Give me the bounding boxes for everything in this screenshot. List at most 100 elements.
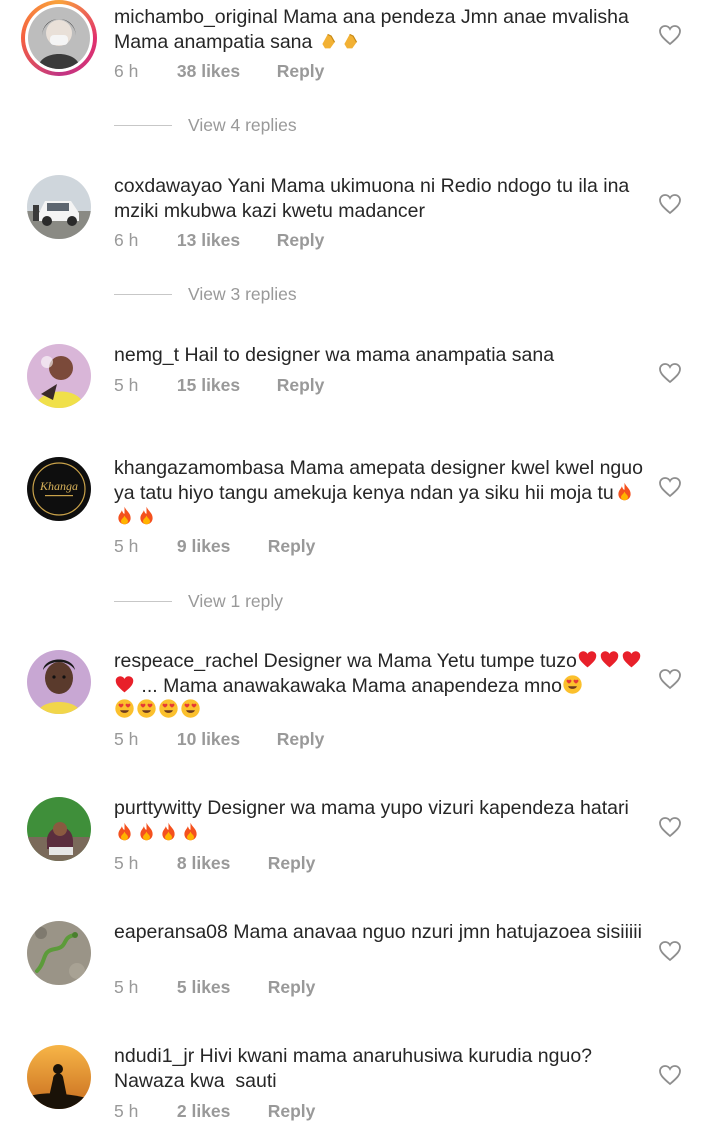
avatar[interactable] (27, 650, 91, 714)
comment-likes[interactable]: 9 likes (177, 536, 263, 557)
reply-button[interactable]: Reply (277, 375, 325, 396)
comment-meta: 6 h 38 likes Reply (114, 61, 324, 82)
divider-line (114, 294, 172, 295)
comment-likes[interactable]: 38 likes (177, 61, 272, 82)
comment-username[interactable]: ndudi1_jr (114, 1045, 194, 1067)
like-heart-icon[interactable] (658, 362, 682, 384)
woman-portrait-avatar-icon (27, 650, 91, 714)
like-heart-icon[interactable] (658, 668, 682, 690)
comment-username[interactable]: nemg_t (114, 344, 179, 366)
heart-eyes-icon (115, 699, 134, 718)
red-heart-icon (578, 651, 597, 668)
comment-body-part: ... Mama anawakawaka Mama anapendeza mno (136, 674, 562, 697)
comment-meta: 5 h 2 likes Reply (114, 1101, 315, 1122)
comment-body: Hail to designer wa mama anampatia sana (184, 344, 555, 366)
comment-time: 5 h (114, 977, 139, 997)
comment-time: 6 h (114, 230, 139, 250)
comment-text: respeace_rachel Designer wa Mama Yetu tu… (114, 649, 644, 723)
comment-likes[interactable]: 5 likes (177, 977, 263, 998)
comment-likes[interactable]: 2 likes (177, 1101, 263, 1122)
fire-icon (184, 822, 197, 840)
avatar[interactable]: Khanga (27, 457, 91, 521)
fire-icon (162, 822, 175, 840)
woman-yellow-avatar-icon (27, 344, 91, 408)
comment-text: nemg_t Hail to designer wa mama anampati… (114, 343, 644, 368)
fire-icon (140, 822, 153, 840)
avatar[interactable] (27, 1045, 91, 1109)
khanga-logo-avatar-icon: Khanga (27, 457, 91, 521)
avatar[interactable] (27, 797, 91, 861)
reply-button[interactable]: Reply (268, 853, 316, 874)
fire-icon (618, 482, 631, 500)
comment-time: 5 h (114, 729, 139, 749)
comment-text: purttywitty Designer wa mama yupo vizuri… (114, 796, 644, 845)
comment-text: michambo_original Mama ana pendeza Jmn a… (114, 5, 644, 54)
comment-time: 5 h (114, 1101, 139, 1121)
avatar[interactable] (21, 0, 97, 76)
avatar[interactable] (27, 921, 91, 985)
comment-username[interactable]: coxdawayao (114, 175, 222, 197)
comment-meta: 5 h 5 likes Reply (114, 977, 315, 998)
comment-meta: 5 h 15 likes Reply (114, 375, 324, 396)
red-heart-icon (600, 651, 619, 668)
heart-eyes-icon (563, 674, 582, 694)
silhouette-sunset-avatar-icon (27, 1045, 91, 1109)
comment-likes[interactable]: 15 likes (177, 375, 272, 396)
reply-button[interactable]: Reply (268, 977, 316, 998)
heart-eyes-icon (159, 699, 178, 718)
clapping-hands-icon (322, 33, 335, 48)
reply-button[interactable]: Reply (268, 536, 316, 557)
comment-likes[interactable]: 13 likes (177, 230, 272, 251)
red-heart-icon (622, 651, 641, 668)
comment-text: ndudi1_jr Hivi kwani mama anaruhusiwa ku… (114, 1044, 644, 1093)
comment-username[interactable]: khangazamombasa (114, 457, 284, 479)
like-heart-icon[interactable] (658, 940, 682, 962)
heart-eyes-icon (181, 699, 200, 718)
red-heart-icon (115, 675, 134, 692)
view-replies-label: View 3 replies (188, 284, 297, 304)
like-heart-icon[interactable] (658, 193, 682, 215)
comment-meta: 6 h 13 likes Reply (114, 230, 324, 251)
comment-meta: 5 h 9 likes Reply (114, 536, 315, 557)
like-heart-icon[interactable] (658, 816, 682, 838)
avatar[interactable] (27, 175, 91, 239)
reply-button[interactable]: Reply (277, 61, 325, 82)
comment-likes[interactable]: 10 likes (177, 729, 272, 750)
fire-icon (140, 506, 153, 525)
comment-text: coxdawayao Yani Mama ukimuona ni Redio n… (114, 174, 644, 223)
view-replies-label: View 1 reply (188, 591, 284, 611)
view-replies-button[interactable]: View 4 replies (114, 115, 297, 136)
comment-meta: 5 h 8 likes Reply (114, 853, 315, 874)
comment-body: Mama anavaa nguo nzuri jmn hatujazoea si… (233, 921, 642, 943)
comment-time: 5 h (114, 853, 139, 873)
comment-text: khangazamombasa Mama amepata designer kw… (114, 456, 644, 530)
reply-button[interactable]: Reply (277, 729, 325, 750)
comment-body-part: Designer wa Mama Yetu tumpe tuzo (263, 650, 577, 672)
woman-mask-avatar-icon (28, 7, 90, 69)
comment-username[interactable]: michambo_original (114, 6, 278, 28)
avatar[interactable] (27, 344, 91, 408)
comment-meta: 5 h 10 likes Reply (114, 729, 324, 750)
comment-text: eaperansa08 Mama anavaa nguo nzuri jmn h… (114, 920, 644, 945)
comment-username[interactable]: purttywitty (114, 797, 202, 819)
fire-icon (118, 506, 131, 525)
comment-username[interactable]: eaperansa08 (114, 921, 228, 943)
view-replies-button[interactable]: View 1 reply (114, 591, 283, 612)
like-heart-icon[interactable] (658, 476, 682, 498)
comment-likes[interactable]: 8 likes (177, 853, 263, 874)
comment-username[interactable]: respeace_rachel (114, 650, 258, 672)
like-heart-icon[interactable] (658, 24, 682, 46)
reply-button[interactable]: Reply (277, 230, 325, 251)
snake-avatar-icon (27, 921, 91, 985)
woman-hijab-avatar-icon (27, 797, 91, 861)
comment-time: 5 h (114, 536, 139, 556)
logo-text: Khanga (39, 479, 78, 493)
fire-icon (118, 822, 131, 840)
reply-button[interactable]: Reply (268, 1101, 316, 1122)
view-replies-button[interactable]: View 3 replies (114, 284, 297, 305)
divider-line (114, 601, 172, 602)
like-heart-icon[interactable] (658, 1064, 682, 1086)
comment-time: 5 h (114, 375, 139, 395)
comment-body: Designer wa mama yupo vizuri kapendeza h… (207, 797, 629, 819)
view-replies-label: View 4 replies (188, 115, 297, 135)
